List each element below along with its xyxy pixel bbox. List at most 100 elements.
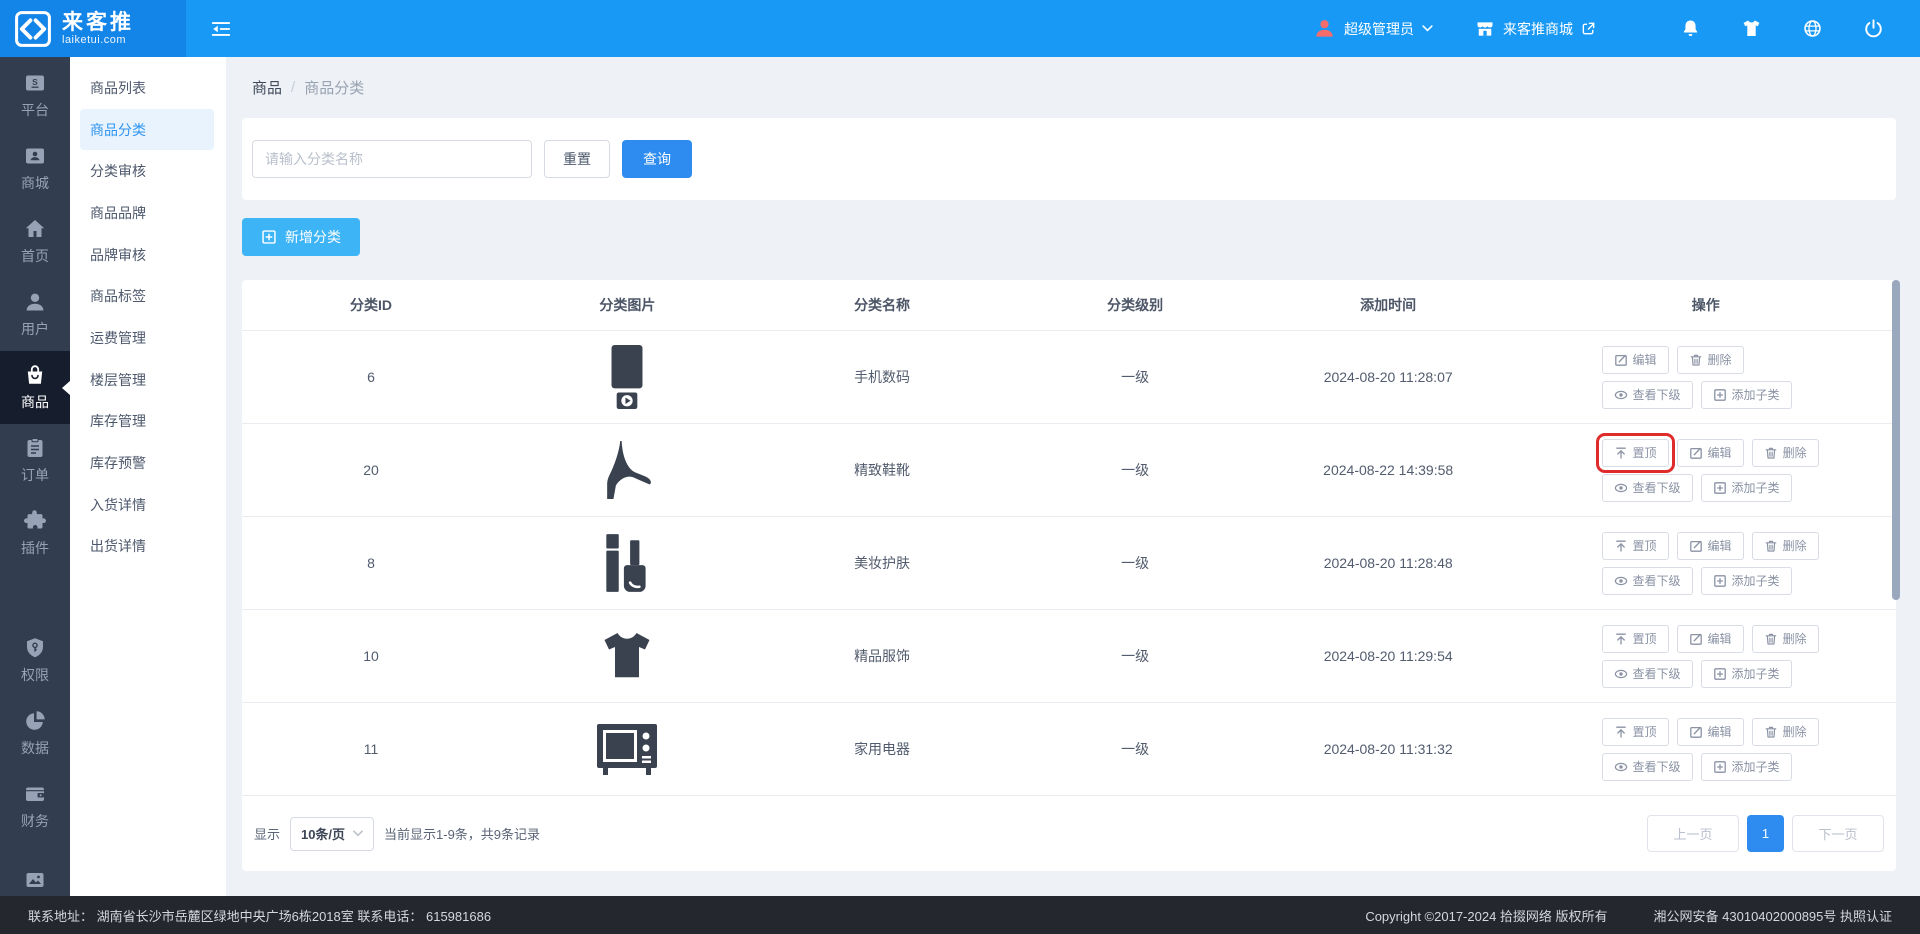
view-sub-button[interactable]: 查看下级 xyxy=(1602,753,1693,781)
add-category-button[interactable]: 新增分类 xyxy=(242,218,360,256)
prev-page-button[interactable]: 上一页 xyxy=(1647,815,1739,852)
icon-sidebar: 平台 商城 首页 用户 商品 订单 插件 权限 xyxy=(0,57,70,934)
col-header-actions: 操作 xyxy=(1516,295,1896,315)
pin-top-button[interactable]: 置顶 xyxy=(1602,718,1669,746)
submenu-item-inbound[interactable]: 入货详情 xyxy=(80,484,214,526)
delete-button[interactable]: 删除 xyxy=(1752,718,1819,746)
tshirt-icon[interactable] xyxy=(1741,18,1762,39)
delete-button[interactable]: 删除 xyxy=(1752,439,1819,467)
globe-icon[interactable] xyxy=(1802,18,1823,39)
next-page-button[interactable]: 下一页 xyxy=(1792,815,1884,852)
cell-category-name: 美妆护肤 xyxy=(755,553,1010,573)
data-pie-icon xyxy=(23,709,47,733)
collapse-menu-icon[interactable] xyxy=(210,18,232,40)
sidebar-item-label: 数据 xyxy=(21,738,49,758)
pagination-summary: 当前显示1-9条，共9条记录 xyxy=(384,824,540,843)
submenu-item-goods-brand[interactable]: 商品品牌 xyxy=(80,192,214,234)
goods-bag-icon xyxy=(23,363,47,387)
cell-category-name: 精品服饰 xyxy=(755,646,1010,666)
view-sub-button[interactable]: 查看下级 xyxy=(1602,381,1693,409)
breadcrumb-parent[interactable]: 商品 xyxy=(252,77,282,98)
sidebar-item-platform[interactable]: 平台 xyxy=(0,59,70,132)
mall-card-icon xyxy=(23,144,47,168)
main-content: 商品 / 商品分类 重置 查询 新增分类 分类ID 分类图片 分类名称 分类级别… xyxy=(226,57,1920,934)
page-size-value: 10条/页 xyxy=(301,824,345,843)
submenu-item-outbound[interactable]: 出货详情 xyxy=(80,526,214,568)
bell-icon[interactable] xyxy=(1680,18,1701,39)
vertical-scrollbar[interactable] xyxy=(1892,280,1900,600)
sidebar-item-label: 商城 xyxy=(21,173,49,193)
cell-category-name: 家用电器 xyxy=(755,739,1010,759)
edit-button[interactable]: 编辑 xyxy=(1677,439,1744,467)
sidebar-item-finance[interactable]: 财务 xyxy=(0,770,70,843)
page-size-select[interactable]: 10条/页 xyxy=(290,817,374,851)
view-sub-button[interactable]: 查看下级 xyxy=(1602,660,1693,688)
submenu-item-goods-tag[interactable]: 商品标签 xyxy=(80,275,214,317)
query-button[interactable]: 查询 xyxy=(622,140,692,178)
sidebar-item-data[interactable]: 数据 xyxy=(0,697,70,770)
sidebar-item-label: 财务 xyxy=(21,811,49,831)
submenu-item-freight[interactable]: 运费管理 xyxy=(80,317,214,359)
add-sub-button[interactable]: 添加子类 xyxy=(1701,474,1792,502)
plugin-puzzle-icon xyxy=(23,509,47,533)
submenu-item-category-audit[interactable]: 分类审核 xyxy=(80,150,214,192)
admin-menu[interactable]: 超级管理员 xyxy=(1313,17,1433,40)
sidebar-item-plugin[interactable]: 插件 xyxy=(0,497,70,570)
table-row: 20 精致鞋靴 一级 2024-08-22 14:39:58 置顶 编辑 删除 … xyxy=(242,423,1896,516)
add-sub-button[interactable]: 添加子类 xyxy=(1701,660,1792,688)
power-icon[interactable] xyxy=(1863,18,1884,39)
edit-button[interactable]: 编辑 xyxy=(1602,346,1669,374)
sidebar-item-user[interactable]: 用户 xyxy=(0,278,70,351)
cell-add-time: 2024-08-20 11:28:48 xyxy=(1261,555,1516,571)
submenu-item-floor[interactable]: 楼层管理 xyxy=(80,359,214,401)
cell-category-level: 一级 xyxy=(1009,739,1260,759)
submenu-item-goods-category[interactable]: 商品分类 xyxy=(80,109,214,151)
sidebar-item-label: 订单 xyxy=(21,465,49,485)
submenu-item-stock-warning[interactable]: 库存预警 xyxy=(80,442,214,484)
category-name-input[interactable] xyxy=(252,140,532,178)
finance-wallet-icon xyxy=(23,782,47,806)
view-sub-button[interactable]: 查看下级 xyxy=(1602,567,1693,595)
edit-button[interactable]: 编辑 xyxy=(1677,532,1744,560)
add-sub-button[interactable]: 添加子类 xyxy=(1701,567,1792,595)
pin-top-button[interactable]: 置顶 xyxy=(1602,625,1669,653)
submenu-item-stock[interactable]: 库存管理 xyxy=(80,401,214,443)
tshirt-icon xyxy=(597,626,657,686)
plus-square-icon xyxy=(261,229,277,245)
edit-button[interactable]: 编辑 xyxy=(1677,625,1744,653)
sidebar-item-home[interactable]: 首页 xyxy=(0,205,70,278)
cell-add-time: 2024-08-20 11:28:07 xyxy=(1261,369,1516,385)
delete-button[interactable]: 删除 xyxy=(1752,625,1819,653)
chevron-down-icon xyxy=(1422,25,1433,32)
pin-top-button[interactable]: 置顶 xyxy=(1602,439,1669,467)
view-sub-button[interactable]: 查看下级 xyxy=(1602,474,1693,502)
edit-button[interactable]: 编辑 xyxy=(1677,718,1744,746)
chevron-down-icon xyxy=(353,830,363,837)
sidebar-item-label: 首页 xyxy=(21,246,49,266)
delete-button[interactable]: 删除 xyxy=(1752,532,1819,560)
cell-category-id: 20 xyxy=(242,462,500,478)
storefront-icon xyxy=(1475,19,1495,39)
add-sub-button[interactable]: 添加子类 xyxy=(1701,753,1792,781)
cell-category-id: 6 xyxy=(242,369,500,385)
logo[interactable]: 来客推 laiketui.com xyxy=(0,0,186,57)
pin-top-button[interactable]: 置顶 xyxy=(1602,532,1669,560)
mall-link[interactable]: 来客推商城 xyxy=(1475,19,1596,39)
cosmetics-icon xyxy=(602,532,652,594)
cell-category-name: 精致鞋靴 xyxy=(755,460,1010,480)
submenu-item-brand-audit[interactable]: 品牌审核 xyxy=(80,234,214,276)
sidebar-item-label: 用户 xyxy=(21,319,49,339)
sidebar-item-order[interactable]: 订单 xyxy=(0,424,70,497)
code-brackets-logo-icon xyxy=(14,10,52,48)
sidebar-item-mall[interactable]: 商城 xyxy=(0,132,70,205)
sidebar-item-permission[interactable]: 权限 xyxy=(0,624,70,697)
add-sub-button[interactable]: 添加子类 xyxy=(1701,381,1792,409)
page-number-1[interactable]: 1 xyxy=(1747,815,1784,852)
high-heel-icon xyxy=(596,440,658,500)
table-header: 分类ID 分类图片 分类名称 分类级别 添加时间 操作 xyxy=(242,280,1896,330)
submenu-item-goods-list[interactable]: 商品列表 xyxy=(80,67,214,109)
footer-beian[interactable]: 湘公网安备 43010402000895号 执照认证 xyxy=(1654,906,1892,925)
sidebar-item-goods[interactable]: 商品 xyxy=(0,351,70,424)
delete-button[interactable]: 删除 xyxy=(1677,346,1744,374)
reset-button[interactable]: 重置 xyxy=(544,140,610,178)
